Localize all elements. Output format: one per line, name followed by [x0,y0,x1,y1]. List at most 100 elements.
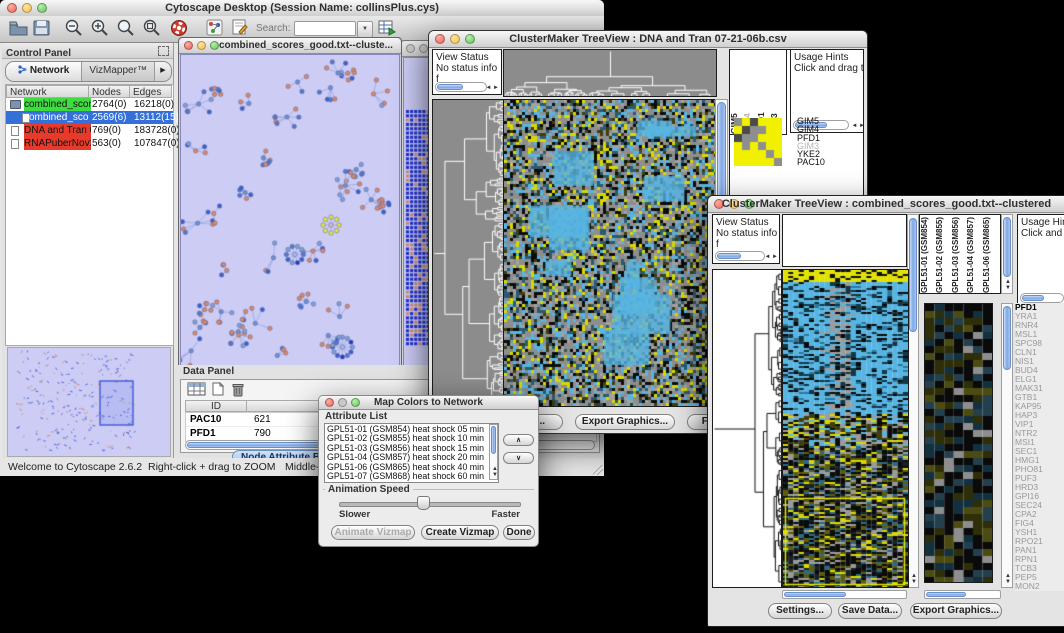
network-view-window: combined_scores_good.txt--cluste... [178,37,402,369]
speed-slider-thumb[interactable] [417,496,430,510]
open-file-icon[interactable] [8,19,29,41]
scroll-thumb[interactable] [1022,295,1044,301]
network-tree-row[interactable]: combined_scores_ 2764(0) 16218(0) [6,98,173,111]
resize-grip[interactable] [593,465,603,475]
gene-list-scrollbar[interactable]: ▲▼ [1001,303,1013,588]
cell-id: PAC10 [190,413,222,426]
column-label[interactable]: GPL51-04 (GSM857) [966,215,977,293]
vscroll-thumb[interactable] [717,102,726,204]
scroll-thumb[interactable] [437,84,463,90]
minimize-button[interactable] [419,44,428,53]
network-item-nodes: 2569(6) [92,111,132,124]
network-item-icon [11,139,19,149]
heatmap-canvas[interactable] [503,99,717,407]
settings-button[interactable]: Settings... [768,603,832,619]
move-down-button[interactable]: ∨ [503,452,534,464]
column-header-edges[interactable]: Edges [129,85,172,98]
tab-network[interactable]: Network [6,62,82,81]
scroll-thumb[interactable] [491,426,496,454]
faster-label: Faster [491,509,520,520]
zoom-button[interactable] [210,41,219,50]
vscroll-thumb[interactable] [909,218,917,332]
create-vizmap-button[interactable]: Create Vizmap [421,525,499,540]
birdseye-view[interactable] [7,347,171,457]
zoom-out-icon[interactable] [64,19,83,42]
tab-vizmapper[interactable]: VizMapper™ [82,62,154,81]
scroll-thumb[interactable] [784,592,846,597]
row-label[interactable]: PAC10 [797,158,825,166]
close-button[interactable] [184,41,193,50]
row-dendrogram-canvas[interactable] [712,269,782,588]
zoomed-heatmap-canvas[interactable] [734,118,782,166]
attribute-table-icon[interactable] [187,382,206,401]
export-graphics-button[interactable]: Export Graphics... [910,603,1002,619]
scroll-thumb[interactable] [717,253,741,259]
bottom-hscrollbar-zoom[interactable] [924,590,1001,599]
tab-overflow-button[interactable]: ▶ [154,62,171,81]
row-labels: GIM5 GIM4 PFD1 GIM3 YKE2 PAC10 [797,117,825,167]
network-tree-row[interactable]: RNAPuberNov2+ 563(0) 107847(0) [6,137,173,150]
scroll-arrows[interactable]: ▲▼ [1005,573,1011,585]
column-label[interactable]: GPL51-03 (GSM856) [951,215,962,293]
column-header-network[interactable]: Network [6,85,89,98]
view-status-scrollbar[interactable] [435,82,487,92]
heatmap-canvas[interactable] [782,269,909,588]
close-button[interactable] [406,44,415,53]
scroll-thumb[interactable] [1003,217,1011,277]
dialog-titlebar[interactable]: Map Colors to Network [319,396,538,410]
save-icon[interactable] [33,19,51,41]
gene-label[interactable]: MON2 [1015,582,1064,591]
column-header-nodes[interactable]: Nodes [88,85,130,98]
column-label[interactable]: GPL51-01 (GSM854) [920,215,931,293]
scroll-thumb[interactable] [926,592,966,597]
usage-hints-message: Click and drag to [794,63,864,74]
treeview1-titlebar[interactable]: ClusterMaker TreeView : DNA and Tran 07-… [429,31,867,48]
scroll-arrows[interactable]: ◄ ► [485,85,499,91]
zoom-in-icon[interactable] [90,19,109,42]
new-attribute-icon[interactable] [211,382,225,401]
gene-list: PFD1YRA1RNR4MSL1SPC98CLN1NIS1BUD4ELG1MAK… [1015,303,1064,591]
zoom-selected-icon[interactable] [142,19,161,42]
network-item-name: RNAPuberNov2+ [24,137,91,150]
main-titlebar[interactable]: Cytoscape Desktop (Session Name: collins… [0,0,604,17]
scroll-arrows[interactable]: ▲▼ [911,573,917,585]
cell-value: 790 [254,427,271,440]
attribute-item[interactable]: GPL51-07 (GSM868) heat shock 60 min [325,472,488,481]
column-labels-scrollbar[interactable]: ▲▼ [1001,214,1013,294]
scroll-arrows[interactable]: ◄ ► [764,254,778,260]
network-canvas[interactable] [180,54,400,368]
scroll-thumb[interactable] [1003,306,1011,370]
animate-vizmap-button[interactable]: Animate Vizmap [331,525,415,540]
zoomed-heatmap-canvas[interactable] [924,303,993,583]
network-tree-row[interactable]: combined_sco 2569(6) 13112(15) [6,111,173,124]
birdseye-canvas[interactable] [8,348,168,454]
column-header-id[interactable]: ID [185,400,247,412]
bottom-hscrollbar[interactable] [782,590,907,599]
move-up-button[interactable]: ∧ [503,434,534,446]
view-status-scrollbar[interactable] [715,251,765,261]
search-dropdown-button[interactable]: ▼ [357,21,373,38]
network-tree-row[interactable]: DNA and Tran 07 769(0) 183728(0) [6,124,173,137]
attribute-list-scrollbar[interactable]: ▲▼ [489,424,498,480]
export-graphics-button[interactable]: Export Graphics... [575,414,675,430]
save-data-button[interactable]: Save Data... [838,603,902,619]
float-panel-icon[interactable] [158,46,169,56]
column-label[interactable]: GPL51-02 (GSM855) [935,215,946,293]
minimize-button[interactable] [197,41,206,50]
scroll-arrows[interactable]: ▲▼ [492,466,498,478]
column-dendrogram-canvas[interactable] [503,49,717,97]
usage-hints-scrollbar[interactable] [1020,293,1064,303]
network-view-titlebar[interactable]: combined_scores_good.txt--cluste... [179,38,401,54]
scroll-arrows[interactable]: ▲▼ [1005,279,1011,291]
zoom-fit-icon[interactable] [116,19,135,42]
scroll-arrows[interactable]: ◄ ► [851,123,864,129]
search-input[interactable] [294,21,356,36]
attribute-list-label: Attribute List [325,411,387,422]
speed-slider-track[interactable] [339,502,521,507]
search-label: Search: [256,23,290,34]
delete-attribute-icon[interactable] [231,382,245,402]
done-button[interactable]: Done [503,525,535,540]
column-label[interactable]: GPL51-06 (GSM865) [982,215,993,293]
row-dendrogram-canvas[interactable] [432,99,504,407]
treeview2-titlebar[interactable]: ClusterMaker TreeView : combined_scores_… [708,196,1064,213]
